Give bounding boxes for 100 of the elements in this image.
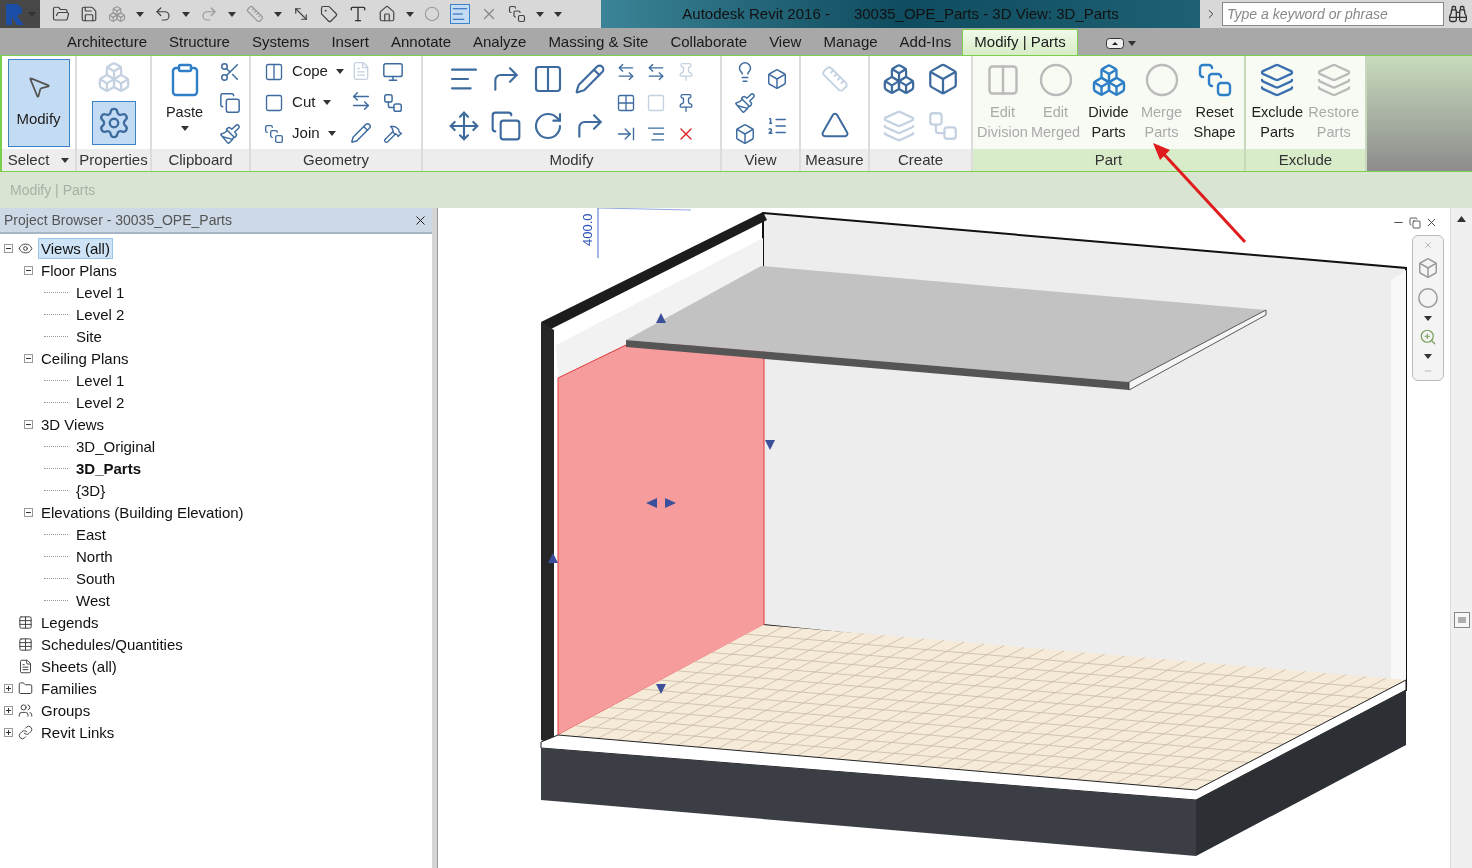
- caret-icon: [180, 125, 189, 131]
- shape-handle[interactable]: [765, 440, 775, 450]
- panel-title-text: View: [744, 149, 777, 170]
- tree-item[interactable]: Level 1: [73, 281, 128, 303]
- tree-item[interactable]: West: [73, 589, 113, 611]
- scissors-icon[interactable]: [219, 60, 241, 83]
- binoculars-icon[interactable]: [1448, 4, 1468, 24]
- restore-icon[interactable]: [1409, 216, 1421, 229]
- table-icon: [18, 636, 33, 652]
- ribbon-tab[interactable]: Modify | Parts: [962, 29, 1078, 55]
- tree-item[interactable]: East: [73, 523, 109, 545]
- tree-item[interactable]: 3D_Parts: [73, 457, 145, 479]
- shape-handle[interactable]: [665, 498, 676, 508]
- shape-handle[interactable]: [656, 313, 666, 323]
- panel-toggle-icon[interactable]: [1105, 38, 1124, 49]
- ribbon-tab[interactable]: Structure: [158, 29, 241, 55]
- paintbrush-icon[interactable]: [733, 91, 756, 114]
- expand-icon[interactable]: [4, 683, 13, 693]
- array-icon[interactable]: [615, 92, 636, 113]
- tree-item[interactable]: Floor Plans: [38, 259, 120, 281]
- hammer-icon[interactable]: [382, 124, 403, 145]
- ribbon-tab[interactable]: Annotate: [379, 29, 462, 55]
- view-cube-icon[interactable]: [1417, 257, 1439, 280]
- caret-icon: [227, 11, 236, 17]
- tree-item[interactable]: Level 2: [73, 303, 128, 325]
- shape-handle[interactable]: [646, 498, 657, 508]
- copy-icon[interactable]: [489, 109, 522, 142]
- paintbrush-icon[interactable]: [219, 122, 241, 145]
- zoom-icon[interactable]: [1419, 328, 1437, 347]
- panel-title-text: Modify: [549, 149, 594, 170]
- collapse-icon[interactable]: [24, 419, 33, 429]
- panel-title[interactable]: Select: [2, 149, 75, 171]
- thin-lines-icon[interactable]: [450, 5, 469, 23]
- 3d-viewport[interactable]: 400.0: [437, 208, 1472, 868]
- caret-icon: [1127, 41, 1136, 46]
- ribbon-tab[interactable]: View: [758, 29, 813, 55]
- tree-item[interactable]: Sheets (all): [38, 655, 120, 677]
- search-field[interactable]: Type a keyword or phrase: [1222, 2, 1444, 26]
- ribbon-tab[interactable]: Manage: [812, 29, 889, 55]
- close-icon[interactable]: [1425, 216, 1438, 229]
- switch-windows-icon[interactable]: [507, 5, 526, 23]
- ribbon-tab[interactable]: Systems: [240, 29, 321, 55]
- tree-item[interactable]: Level 2: [73, 391, 128, 413]
- ribbon-tool-button[interactable]: Exclude Parts: [1250, 57, 1305, 148]
- scroll-up-icon[interactable]: [1457, 216, 1466, 222]
- ribbon-tab[interactable]: Analyze: [462, 29, 538, 55]
- ribbon-tool-button[interactable]: Cope: [264, 56, 344, 87]
- copy-icon[interactable]: [219, 91, 241, 114]
- collapse-icon[interactable]: [24, 265, 33, 275]
- shape-handle[interactable]: [548, 553, 558, 563]
- open-folder-icon[interactable]: [51, 5, 70, 23]
- ribbon-tool-button[interactable]: Join: [264, 118, 344, 149]
- tree-item[interactable]: Schedules/Quantities: [38, 633, 186, 655]
- collapse-icon[interactable]: [24, 353, 33, 363]
- ribbon-tab[interactable]: Add-Ins: [888, 29, 963, 55]
- ribbon-tab[interactable]: Massing & Site: [537, 29, 660, 55]
- modify-button[interactable]: Modify: [7, 58, 70, 147]
- tree-item[interactable]: Site: [73, 325, 105, 347]
- tree-item[interactable]: Level 1: [73, 369, 128, 391]
- collapse-icon[interactable]: [24, 507, 33, 517]
- save-icon[interactable]: [79, 5, 98, 23]
- collapse-icon[interactable]: [4, 243, 13, 253]
- vertical-scrollbar[interactable]: [1450, 208, 1472, 868]
- ribbon-tool-button[interactable]: Cut: [264, 87, 344, 118]
- tree-item[interactable]: {3D}: [73, 479, 109, 501]
- shape-handle[interactable]: [656, 684, 666, 694]
- tree-item[interactable]: Families: [38, 677, 100, 699]
- tree-item[interactable]: Legends: [38, 611, 102, 633]
- tree-item[interactable]: Revit Links: [38, 721, 118, 743]
- ribbon-tool-button[interactable]: Divide Parts: [1083, 57, 1134, 148]
- tree-item[interactable]: Groups: [38, 699, 94, 721]
- view-box-icon[interactable]: [765, 68, 788, 91]
- ribbon-tab[interactable]: Architecture: [56, 29, 159, 55]
- nodes-icon[interactable]: [381, 92, 404, 115]
- caret-icon: [327, 131, 336, 136]
- undo-icon[interactable]: [153, 5, 172, 23]
- tree-item[interactable]: 3D Views: [38, 413, 108, 435]
- panel-title-text: Select: [7, 149, 50, 170]
- box-icon[interactable]: [733, 122, 756, 145]
- scroll-thumb-icon[interactable]: [1453, 612, 1470, 628]
- assembly-icon[interactable]: [881, 62, 916, 97]
- tree-item[interactable]: Views (all): [38, 237, 113, 259]
- app-title: Autodesk Revit 2016 -: [682, 3, 830, 24]
- expand-icon[interactable]: [4, 727, 13, 737]
- tag-icon[interactable]: [319, 5, 338, 23]
- tree-item[interactable]: North: [73, 545, 116, 567]
- ribbon-tool-button[interactable]: Paste: [156, 57, 213, 148]
- ribbon-tab[interactable]: Insert: [320, 29, 380, 55]
- tree-item[interactable]: Elevations (Building Elevation): [38, 501, 247, 523]
- tree-item[interactable]: 3D_Original: [73, 435, 159, 457]
- caret-icon: [405, 11, 414, 17]
- expand-icon[interactable]: [4, 705, 13, 715]
- move-icon[interactable]: [447, 109, 480, 142]
- house-icon[interactable]: [377, 5, 396, 23]
- ribbon-tool-button[interactable]: Reset Shape: [1189, 57, 1240, 148]
- tree-item[interactable]: Ceiling Plans: [38, 347, 132, 369]
- caret-icon: [273, 11, 282, 17]
- browser-title: Project Browser - 30035_OPE_Parts: [4, 210, 232, 230]
- tree-item[interactable]: South: [73, 567, 119, 589]
- ribbon-tab[interactable]: Collaborate: [659, 29, 759, 55]
